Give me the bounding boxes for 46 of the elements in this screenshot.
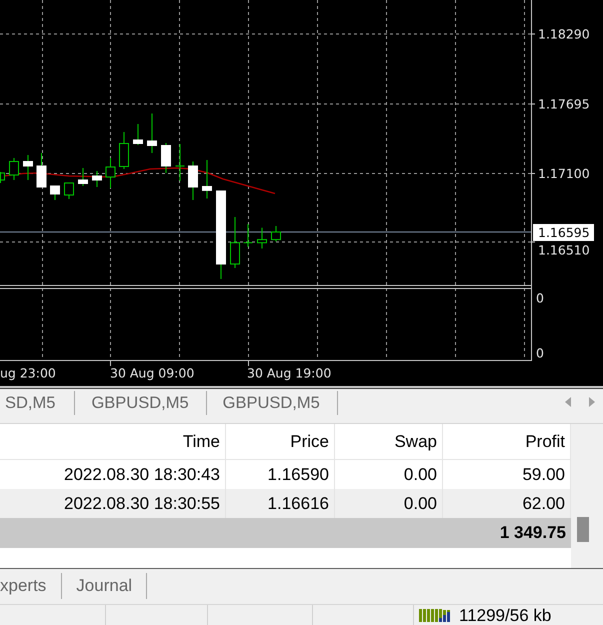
time-label: 30 Aug 09:00: [110, 366, 194, 380]
price-label: 1.16510: [538, 242, 590, 258]
total-profit: 1 349.75: [498, 522, 567, 544]
candle: [243, 224, 253, 248]
terminal-tab[interactable]: xperts: [0, 573, 62, 599]
price-label: 1.17100: [538, 166, 590, 181]
candle: [257, 227, 267, 249]
candle: [9, 158, 19, 180]
scroll-right-button[interactable]: [589, 397, 595, 407]
chart-tab[interactable]: GBPUSD,M5: [75, 391, 207, 415]
column-header[interactable]: Swap: [335, 424, 443, 459]
indicator-axis-label: 0: [536, 290, 544, 306]
candle: [119, 132, 129, 170]
terminal-tab[interactable]: Journal: [62, 573, 148, 599]
scroll-left-button[interactable]: [565, 397, 571, 407]
candle: [133, 124, 143, 146]
column-header[interactable]: Time: [0, 424, 226, 459]
time-label: ug 23:00: [0, 366, 56, 380]
candle: [188, 161, 198, 200]
scrollbar-thumb[interactable]: [577, 517, 589, 542]
candle: [36, 152, 46, 188]
current-price-tag: 1.16595: [533, 224, 594, 241]
candle: [161, 142, 171, 174]
candle: [64, 182, 74, 200]
traffic-text: 11299/56 kb: [459, 606, 552, 624]
triangle-left-icon: [565, 397, 571, 407]
candle: [50, 186, 60, 200]
candle: [147, 113, 157, 154]
candle: [92, 170, 102, 188]
candle: [271, 226, 281, 242]
candle: [175, 144, 185, 182]
time-label: 30 Aug 19:00: [247, 366, 332, 380]
price-label: 1.17695: [538, 96, 590, 112]
price-label: 1.18290: [538, 26, 590, 42]
table-row[interactable]: 2022.08.30 18:30:55 1.16616 0.00 62.00: [0, 489, 571, 518]
candle: [230, 216, 240, 268]
column-header[interactable]: Price: [226, 424, 335, 459]
candle: [106, 158, 116, 188]
candle: [78, 168, 88, 186]
candle: [23, 154, 33, 180]
indicator-axis-label: 0: [536, 346, 544, 360]
triangle-right-icon: [589, 397, 595, 407]
chart-tab[interactable]: SD,M5: [0, 391, 76, 415]
chart-tab[interactable]: GBPUSD,M5: [206, 391, 338, 415]
connection-bars-icon: [419, 608, 453, 622]
candle: [202, 160, 212, 199]
